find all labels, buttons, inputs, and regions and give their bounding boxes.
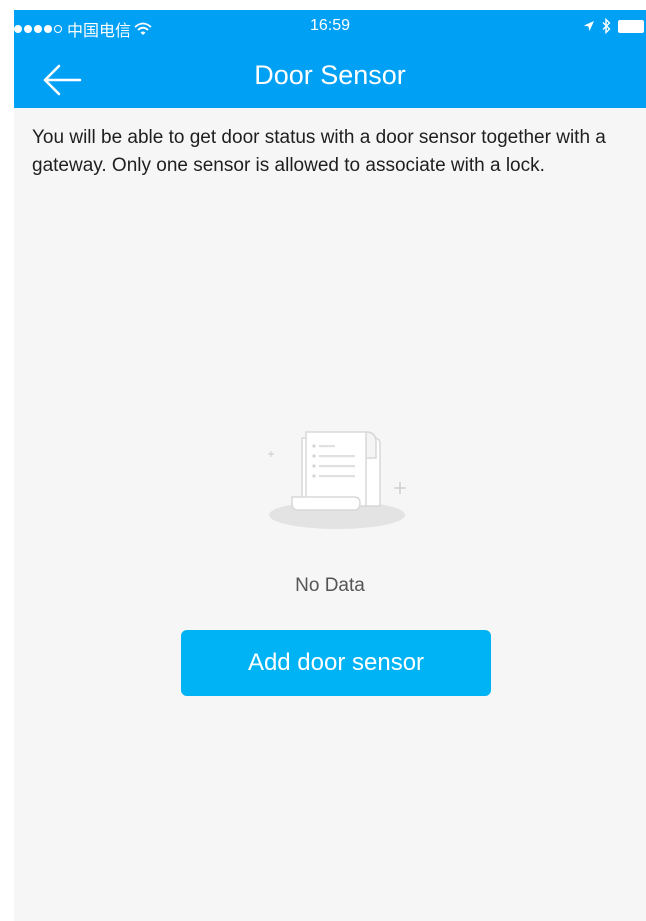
battery-icon xyxy=(618,19,644,33)
bluetooth-icon xyxy=(602,18,611,34)
navigation-bar: Door Sensor xyxy=(14,50,646,108)
location-arrow-icon xyxy=(584,21,594,31)
page-title: Door Sensor xyxy=(254,60,406,90)
description-text: You will be able to get door status with… xyxy=(32,127,606,176)
status-bar: 中国电信 16:59 xyxy=(14,10,646,42)
add-door-sensor-button[interactable]: Add door sensor xyxy=(181,630,491,696)
status-right xyxy=(583,18,644,34)
empty-document-icon xyxy=(268,431,406,529)
app-screen: 中国电信 16:59 Door Sensor You will be able … xyxy=(14,10,646,921)
top-bar: 中国电信 16:59 Door Sensor xyxy=(14,10,646,108)
empty-state-text: No Data xyxy=(295,575,365,596)
status-time: 16:59 xyxy=(309,17,351,34)
